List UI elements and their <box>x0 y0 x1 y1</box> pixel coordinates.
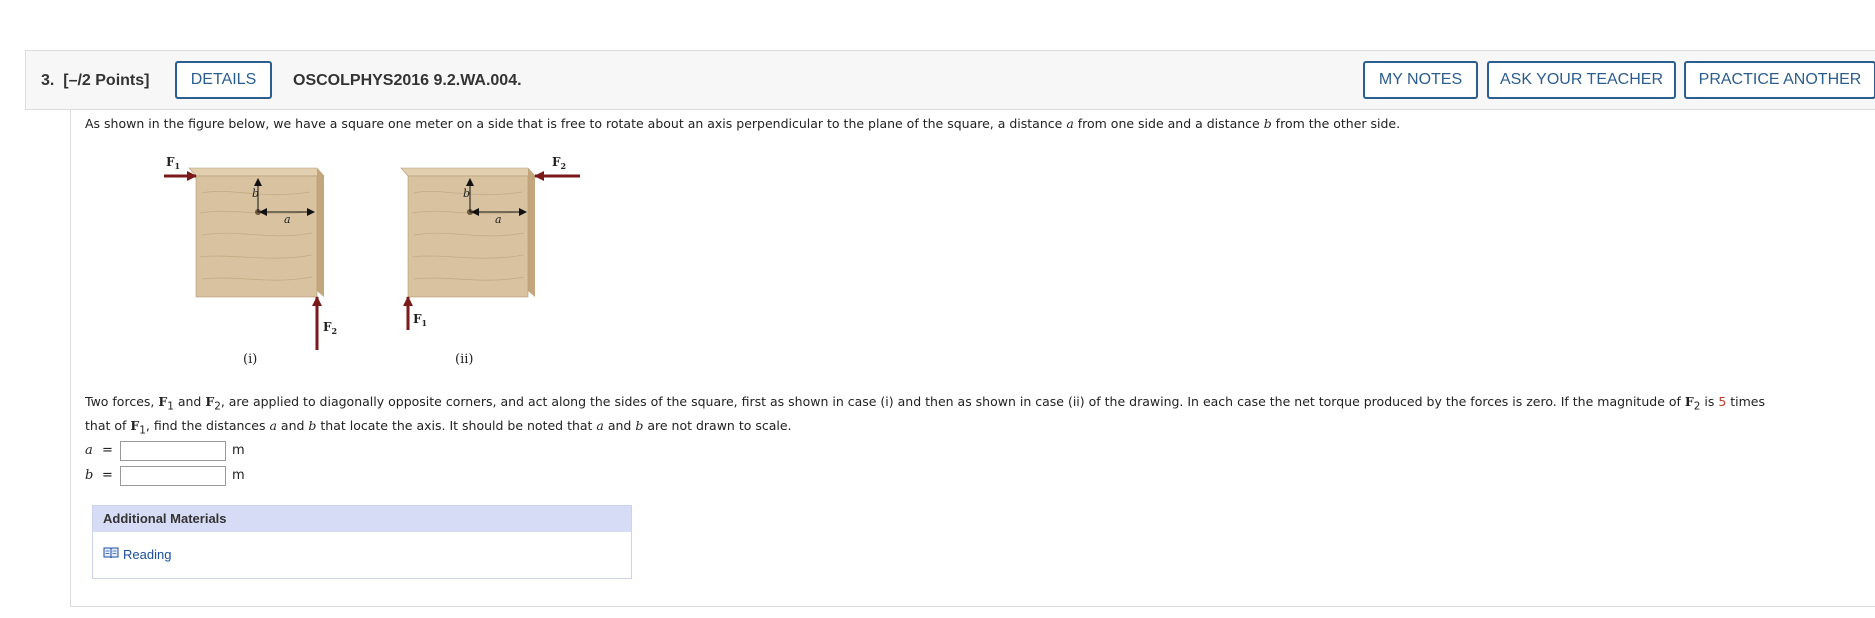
additional-materials: Additional Materials Reading <box>92 505 632 579</box>
question-paragraph-2: Two forces, F1 and F2, are applied to di… <box>85 394 1766 413</box>
additional-materials-title: Additional Materials <box>93 506 631 532</box>
dim-b-label-ii: b <box>463 187 470 200</box>
reading-label: Reading <box>123 546 172 562</box>
question-header: 3. [–/2 Points] DETAILS OSCOLPHYS2016 9.… <box>25 50 1875 110</box>
question-code: OSCOLPHYS2016 9.2.WA.004. <box>293 72 522 89</box>
my-notes-button[interactable]: MY NOTES <box>1363 61 1478 99</box>
question-number: 3. [–/2 Points] <box>41 72 150 89</box>
force-f1-label-i: F1 <box>166 155 180 171</box>
force-f1-label-ii: F1 <box>413 312 427 328</box>
question-intro: As shown in the figure below, we have a … <box>85 116 1401 131</box>
dim-a-label-i: a <box>284 213 291 226</box>
ask-your-teacher-button[interactable]: ASK YOUR TEACHER <box>1487 61 1676 99</box>
answer-a-unit: m <box>232 443 245 458</box>
answer-a-input[interactable] <box>120 441 226 461</box>
answer-b-unit: m <box>232 468 245 483</box>
answer-b-input[interactable] <box>120 466 226 486</box>
book-icon <box>103 546 119 562</box>
case-i-label: (i) <box>243 352 257 367</box>
force-f2-label-ii: F2 <box>552 155 566 171</box>
answer-b-label: b <box>85 468 94 483</box>
question-paragraph-3: that of F1, find the distances a and b t… <box>85 418 792 437</box>
force-f2-label-i: F2 <box>323 320 337 336</box>
answer-a-label: a <box>85 443 93 458</box>
points: [–/2 Points] <box>63 72 150 89</box>
dim-a-label-ii: a <box>495 213 502 226</box>
dim-b-label-i: b <box>252 187 259 200</box>
reading-link[interactable]: Reading <box>103 546 171 562</box>
practice-another-button[interactable]: PRACTICE ANOTHER <box>1684 61 1875 99</box>
torque-figure: b a F1 F2 (i) b a F2 F1 (ii) <box>164 155 580 367</box>
details-button[interactable]: DETAILS <box>175 61 272 99</box>
case-ii-label: (ii) <box>455 352 473 367</box>
